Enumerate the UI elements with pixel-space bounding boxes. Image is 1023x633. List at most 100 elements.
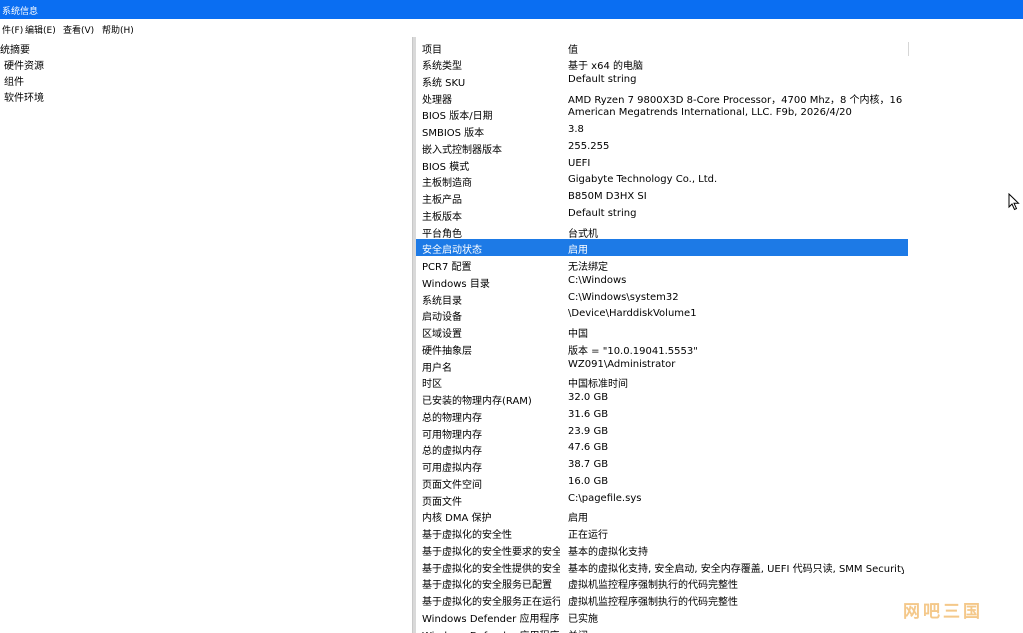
tree-item-hardware-resources[interactable]: 硬件资源 [4, 57, 44, 72]
row-value-cell: 无法绑定 [568, 262, 608, 273]
row-item-cell: 页面文件空间 [422, 479, 482, 491]
details-pane: 项目 值 系统类型 基于 x64 的电脑系统 SKU Default string 处… [416, 37, 1023, 633]
table-row[interactable]: 时区 中国标准时间 [416, 373, 908, 390]
table-row[interactable]: 硬件抽象层 版本 = "10.0.19041.5553" [416, 340, 908, 357]
table-row[interactable]: 总的虚拟内存 47.6 GB [416, 440, 908, 457]
table-row[interactable]: 系统类型 基于 x64 的电脑 [416, 55, 908, 72]
table-row[interactable]: 系统目录 C:\Windows\system32 [416, 290, 908, 307]
table-header: 项目 值 [416, 39, 909, 56]
row-value-cell: American Megatrends International, LLC. … [568, 107, 852, 119]
row-value-cell: C:\Windows\system32 [568, 291, 679, 303]
row-value-cell: C:\pagefile.sys [568, 492, 642, 504]
table-row[interactable]: SMBIOS 版本 3.8 [416, 122, 908, 139]
row-item-cell: 总的虚拟内存 [422, 446, 482, 458]
table-row[interactable]: 页面文件空间 16.0 GB [416, 474, 908, 491]
row-value-cell: 启用 [568, 513, 588, 525]
row-value-cell: C:\Windows [568, 274, 627, 286]
row-value-cell: 32.0 GB [568, 392, 609, 403]
category-tree: 统摘要 硬件资源 组件 软件环境 [0, 37, 412, 633]
tree-item-system-summary[interactable]: 统摘要 [0, 41, 30, 56]
row-value-cell: 38.7 GB [568, 459, 609, 470]
menu-file[interactable]: 件(F) [2, 23, 23, 36]
row-value-cell: 16.0 GB [568, 475, 609, 487]
table-row[interactable]: 用户名 WZ091\Administrator [416, 357, 908, 374]
row-item-cell: 主板制造商 [422, 178, 472, 190]
row-item-cell: 区域设置 [422, 329, 462, 340]
row-item-cell: 主板产品 [422, 195, 462, 206]
row-item-cell: 启动设备 [422, 312, 462, 324]
row-value-cell: 启用 [568, 245, 588, 257]
row-value-cell: 正在运行 [568, 530, 608, 541]
row-value-cell: 3.8 [568, 124, 584, 135]
tree-item-software-environment[interactable]: 软件环境 [4, 89, 44, 104]
table-row[interactable]: 主板产品 B850M D3HX SI [416, 189, 908, 206]
column-divider[interactable] [908, 42, 909, 56]
row-value-cell: 中国标准时间 [568, 379, 628, 391]
table-row[interactable]: 页面文件 C:\pagefile.sys [416, 491, 908, 508]
row-value-cell: 台式机 [568, 228, 598, 240]
row-value-cell: Gigabyte Technology Co., Ltd. [568, 174, 718, 186]
table-row[interactable]: 安全启动状态 启用 [416, 239, 908, 256]
row-item-cell: Windows Defender 应用程序... [422, 613, 560, 625]
row-item-cell: 系统 SKU [422, 77, 466, 89]
row-value-cell: 23.9 GB [568, 425, 609, 437]
row-value-cell: 虚拟机监控程序强制执行的代码完整性 [568, 597, 738, 608]
table-row[interactable]: BIOS 版本/日期 American Megatrends Internatio… [416, 105, 908, 122]
table-row[interactable]: 基于虚拟化的安全服务已配置 虚拟机监控程序强制执行的代码完整性 [416, 574, 908, 591]
table-row[interactable]: 基于虚拟化的安全服务正在运行 虚拟机监控程序强制执行的代码完整性 [416, 591, 908, 608]
row-item-cell: 嵌入式控制器版本 [422, 144, 502, 156]
row-value-cell: 版本 = "10.0.19041.5553" [568, 345, 698, 357]
table-row[interactable]: 内核 DMA 保护 启用 [416, 507, 908, 524]
table-row[interactable]: 已安装的物理内存(RAM) 32.0 GB [416, 390, 908, 407]
row-value-cell: AMD Ryzen 7 9800X3D 8-Core Processor，470… [568, 94, 904, 106]
menu-view[interactable]: 查看(V) [63, 23, 94, 36]
row-item-cell: BIOS 模式 [422, 161, 470, 173]
table-row[interactable]: BIOS 模式 UEFI [416, 156, 908, 173]
table-row[interactable]: 主板制造商 Gigabyte Technology Co., Ltd. [416, 172, 908, 189]
table-row[interactable]: 总的物理内存 31.6 GB [416, 407, 908, 424]
table-row[interactable]: 主板版本 Default string [416, 206, 908, 223]
row-value-cell: 中国 [568, 329, 588, 340]
column-header-item[interactable]: 项目 [422, 41, 560, 56]
row-item-cell: 基于虚拟化的安全服务正在运行 [422, 597, 560, 608]
row-item-cell: 处理器 [422, 94, 452, 106]
menu-edit[interactable]: 编辑(E) [25, 23, 56, 36]
menu-help[interactable]: 帮助(H) [102, 23, 134, 36]
row-item-cell: 基于虚拟化的安全性提供的安全... [422, 563, 560, 575]
row-value-cell: 关闭 [568, 627, 904, 633]
table-row[interactable]: 基于虚拟化的安全性 正在运行 [416, 524, 908, 541]
row-item-cell: 已安装的物理内存(RAM) [422, 396, 532, 407]
title-bar: 系统信息 [0, 0, 1023, 19]
table-row[interactable]: 可用物理内存 23.9 GB [416, 424, 908, 441]
table-row[interactable]: 嵌入式控制器版本 255.255 [416, 139, 908, 156]
tree-item-components[interactable]: 组件 [4, 73, 24, 88]
table-row[interactable]: 启动设备 \Device\HarddiskVolume1 [416, 306, 908, 323]
row-item-cell: 系统目录 [422, 295, 462, 307]
row-value-cell: 已实施 [568, 613, 598, 625]
table-row[interactable]: 基于虚拟化的安全性提供的安全... 基本的虚拟化支持, 安全启动, 安全内存覆盖,… [416, 558, 908, 575]
row-item-cell: 页面文件 [422, 496, 462, 508]
table-row[interactable]: 处理器 AMD Ryzen 7 9800X3D 8-Core Processor，… [416, 89, 908, 106]
table-row[interactable]: 基于虚拟化的安全性要求的安全... 基本的虚拟化支持 [416, 541, 908, 558]
row-value-cell: 基于 x64 的电脑 [568, 61, 643, 72]
table-row[interactable]: Windows Defender 应用程序... 已实施 [416, 608, 908, 625]
row-value-cell: 基本的虚拟化支持 [568, 546, 648, 558]
row-item-cell: 可用物理内存 [422, 429, 482, 441]
table-row[interactable]: PCR7 配置 无法绑定 [416, 256, 908, 273]
row-item-cell: 内核 DMA 保护 [422, 513, 492, 525]
table-row[interactable]: 可用虚拟内存 38.7 GB [416, 457, 908, 474]
mouse-cursor-icon [1008, 193, 1020, 211]
row-value-cell: 虚拟机监控程序强制执行的代码完整性 [568, 580, 738, 592]
table-row[interactable]: Windows 目录 C:\Windows [416, 273, 908, 290]
row-item-cell: 时区 [422, 379, 442, 391]
table-row[interactable]: 系统 SKU Default string [416, 72, 908, 89]
row-value-cell: Default string [568, 73, 637, 85]
table-row[interactable]: 平台角色 台式机 [416, 223, 908, 240]
row-item-cell: 系统类型 [422, 61, 462, 72]
table-row[interactable]: Windows Defender 应用程序... 关闭 [416, 625, 908, 633]
row-value-cell: \Device\HarddiskVolume1 [568, 308, 697, 320]
row-item-cell: 安全启动状态 [422, 245, 482, 257]
row-item-cell: 基于虚拟化的安全服务已配置 [422, 580, 552, 592]
column-header-value[interactable]: 值 [568, 41, 904, 56]
table-row[interactable]: 区域设置 中国 [416, 323, 908, 340]
